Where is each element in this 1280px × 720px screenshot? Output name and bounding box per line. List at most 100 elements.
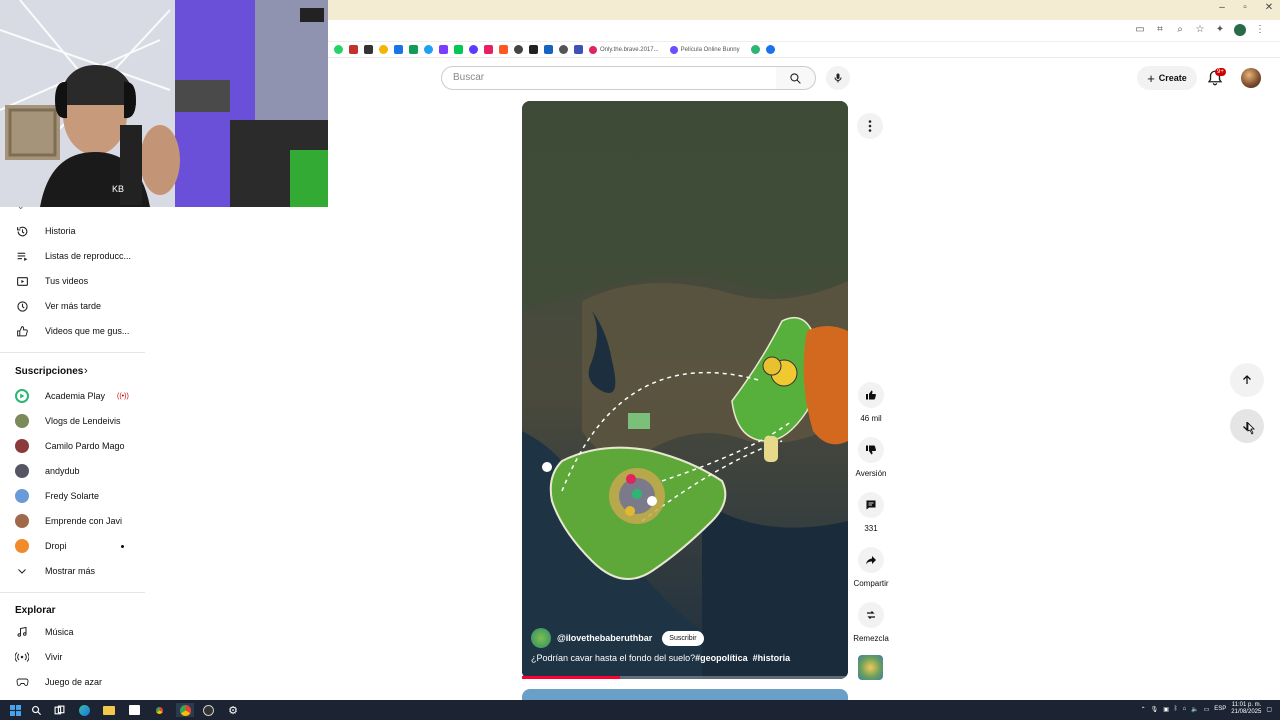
subscription-item[interactable]: Vlogs de Lendeivis <box>0 410 145 432</box>
subscription-item[interactable]: Dropi <box>0 535 145 557</box>
sidebar-item-gaming[interactable]: Juego de azar <box>0 671 145 693</box>
tray-bluetooth-icon[interactable]: ᛒ <box>1174 706 1178 712</box>
clock[interactable]: 11:01 p. m. 21/08/2025 <box>1231 702 1261 716</box>
bookmark-favicon-icon[interactable] <box>765 45 775 54</box>
audio-source-thumbnail[interactable] <box>858 655 883 680</box>
video-progress-bar[interactable] <box>522 676 848 679</box>
obs-icon[interactable] <box>201 703 215 717</box>
store-icon[interactable] <box>127 703 141 717</box>
bookmark-favicon-icon[interactable] <box>574 45 583 54</box>
system-tray: ⌃ 🎙 ▣ ᛒ ⌂ 🔈 ▭ ESP 11:01 p. m. 21/08/2025… <box>1141 702 1272 716</box>
zoom-icon[interactable]: ⌕ <box>1174 24 1186 36</box>
tray-volume-icon[interactable]: 🔈 <box>1191 706 1198 713</box>
bookmark-favicon-icon[interactable] <box>379 45 388 54</box>
bookmark-favicon-icon[interactable] <box>469 45 478 54</box>
chevron-right-icon: › <box>84 365 88 377</box>
edge-browser-icon[interactable] <box>77 703 91 717</box>
microphone-icon <box>834 73 842 83</box>
create-button[interactable]: + Create <box>1137 66 1197 90</box>
sidebar-item-music[interactable]: Música <box>0 621 145 643</box>
sidebar-item-label: Videos que me gus... <box>45 326 130 336</box>
short-channel-avatar[interactable] <box>531 628 551 648</box>
remix-button[interactable] <box>858 602 884 628</box>
tray-network-icon[interactable]: ⌂ <box>1183 706 1187 712</box>
chrome-active-icon[interactable] <box>176 703 194 717</box>
subscription-item[interactable]: Academia Play ((•)) <box>0 385 145 407</box>
short-video-player[interactable] <box>522 101 848 679</box>
bookmark-favicon-icon[interactable] <box>559 45 568 54</box>
settings-gear-icon[interactable]: ⚙ <box>226 703 240 717</box>
voice-search-button[interactable] <box>826 66 850 90</box>
sidebar-item-live[interactable]: Vivir <box>0 646 145 668</box>
next-short-button[interactable] <box>1230 409 1264 443</box>
bookmark-favicon-icon[interactable] <box>364 45 373 54</box>
subscribe-button[interactable]: Suscribir <box>662 630 704 646</box>
sidebar-item-playlists[interactable]: Listas de reproducc... <box>0 245 145 267</box>
windows-start-icon[interactable] <box>8 703 22 717</box>
more-options-button[interactable] <box>857 113 883 139</box>
minimize-button[interactable]: – <box>1211 2 1233 13</box>
bookmark-favicon-icon[interactable] <box>484 45 493 54</box>
taskbar-search-icon[interactable] <box>29 703 43 717</box>
channel-avatar <box>15 414 29 428</box>
bookmark-favicon-icon[interactable] <box>499 45 508 54</box>
thumb-down-icon <box>866 445 876 455</box>
account-avatar[interactable] <box>1241 68 1261 88</box>
translate-icon[interactable]: ⌗ <box>1154 24 1166 36</box>
search-input[interactable]: Buscar <box>441 66 777 90</box>
subscription-item[interactable]: Fredy Solarte <box>0 485 145 507</box>
bookmark-favicon-icon[interactable] <box>529 45 538 54</box>
like-action: 46 mil <box>851 382 891 423</box>
file-explorer-icon[interactable] <box>102 703 116 717</box>
subscription-item[interactable]: Emprende con Javi <box>0 510 145 532</box>
extensions-icon[interactable]: ✦ <box>1214 24 1226 36</box>
show-more-button[interactable]: Mostrar más <box>0 560 145 582</box>
language-indicator[interactable]: ESP <box>1214 706 1226 712</box>
task-view-icon[interactable] <box>52 703 66 717</box>
bookmark-favicon-icon[interactable] <box>544 45 553 54</box>
subscription-item[interactable]: andydub <box>0 460 145 482</box>
bookmark-favicon-icon[interactable] <box>424 45 433 54</box>
previous-short-button[interactable] <box>1230 363 1264 397</box>
bookmark-favicon-icon[interactable] <box>454 45 463 54</box>
bookmark-favicon-icon[interactable] <box>409 45 418 54</box>
notification-center-icon[interactable]: ▢ <box>1266 706 1272 713</box>
search-button[interactable] <box>776 66 816 90</box>
bookmark-favicon-icon[interactable] <box>394 45 403 54</box>
bookmark-favicon-icon[interactable] <box>349 45 358 54</box>
subscriptions-header[interactable]: Suscripciones › <box>0 360 145 382</box>
chrome-icon[interactable] <box>152 703 166 717</box>
bookmark-item[interactable]: Película Online Bunny <box>669 45 740 54</box>
tray-chevron-up-icon[interactable]: ⌃ <box>1141 706 1146 713</box>
subscription-label: Academia Play <box>45 391 106 401</box>
bookmark-favicon-icon[interactable] <box>334 45 343 54</box>
like-button[interactable] <box>858 382 884 408</box>
browser-menu-icon[interactable]: ⋮ <box>1254 24 1266 36</box>
sidebar-item-your-videos[interactable]: Tus videos <box>0 270 145 292</box>
install-icon[interactable]: ▭ <box>1134 24 1146 36</box>
create-label: Create <box>1158 73 1187 83</box>
tray-app-icon[interactable]: ▣ <box>1163 706 1169 713</box>
short-channel-name[interactable]: @ilovethebaberuthbar <box>557 633 652 643</box>
bookmark-star-icon[interactable]: ☆ <box>1194 24 1206 36</box>
bookmark-favicon-icon[interactable] <box>514 45 523 54</box>
bookmark-item[interactable]: Only.the.brave.2017... <box>589 45 659 54</box>
subscription-item[interactable]: Camilo Pardo Mago <box>0 435 145 457</box>
like-count: 46 mil <box>860 414 882 423</box>
maximize-button[interactable]: ▫ <box>1234 2 1256 13</box>
sidebar-item-watch-later[interactable]: Ver más tarde <box>0 295 145 317</box>
tray-battery-icon[interactable]: ▭ <box>1204 706 1210 713</box>
tray-microphone-icon[interactable]: 🎙 <box>1151 706 1159 713</box>
profile-icon[interactable] <box>1234 24 1246 36</box>
channel-avatar <box>15 514 29 528</box>
close-window-button[interactable]: ✕ <box>1258 2 1280 13</box>
hashtag-link[interactable]: #geopolítica <box>695 653 748 663</box>
comments-button[interactable] <box>858 492 884 518</box>
sidebar-item-liked-videos[interactable]: Videos que me gus... <box>0 320 145 342</box>
bookmark-favicon-icon[interactable] <box>750 45 760 54</box>
sidebar-item-history[interactable]: Historia <box>0 220 145 242</box>
dislike-button[interactable] <box>858 437 884 463</box>
share-button[interactable] <box>858 547 884 573</box>
hashtag-link[interactable]: #historia <box>753 653 791 663</box>
bookmark-favicon-icon[interactable] <box>439 45 448 54</box>
